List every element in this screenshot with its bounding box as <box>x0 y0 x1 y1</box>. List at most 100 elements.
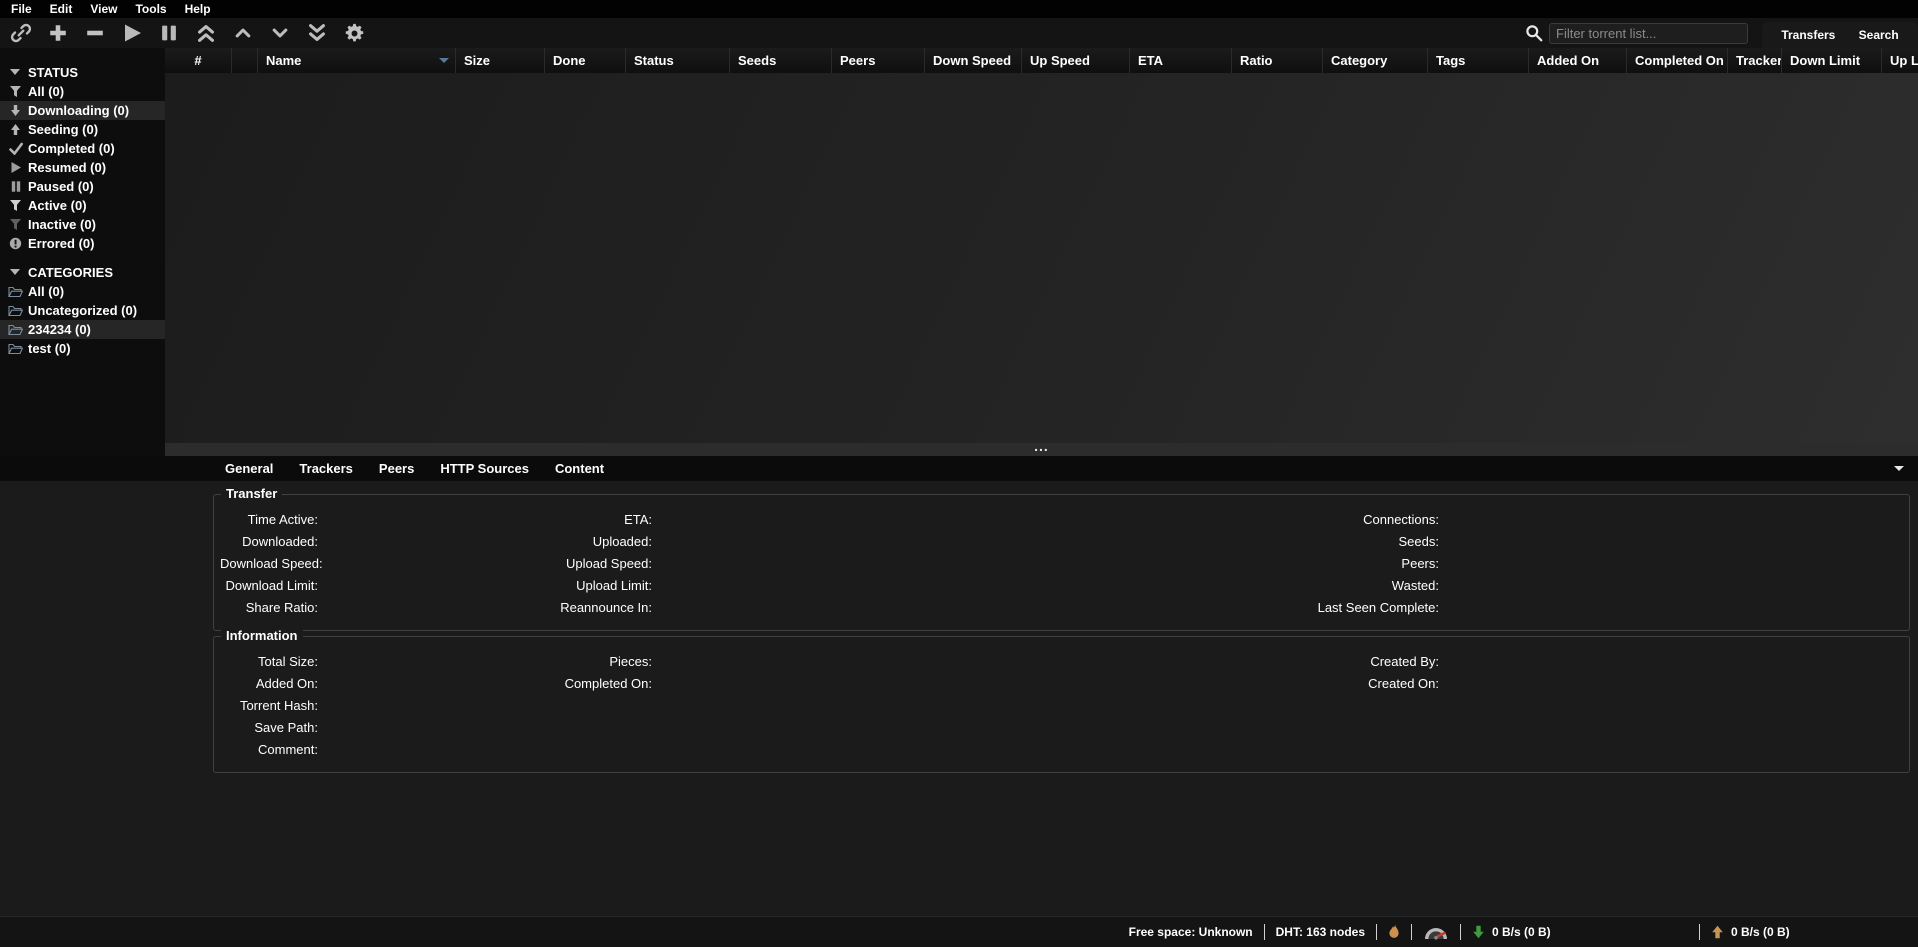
information-fieldset: Information Total Size:Pieces:Created By… <box>213 636 1910 773</box>
label-connections: Connections: <box>1309 512 1439 527</box>
tab-peers[interactable]: Peers <box>366 456 427 481</box>
label-time-active: Time Active: <box>220 512 318 527</box>
decrease-priority-button[interactable] <box>267 20 293 46</box>
col-ratio[interactable]: Ratio <box>1232 48 1323 73</box>
label-comment: Comment: <box>220 742 318 757</box>
label-save-path: Save Path: <box>220 720 318 735</box>
col-peers[interactable]: Peers <box>832 48 925 73</box>
tab-http-sources[interactable]: HTTP Sources <box>427 456 542 481</box>
col-number[interactable]: # <box>165 48 232 73</box>
filter-torrent-input[interactable] <box>1549 23 1748 44</box>
alt-speed-gauge-icon[interactable] <box>1423 924 1449 940</box>
play-small-icon <box>8 161 23 175</box>
col-up-limit[interactable]: Up Limit <box>1882 48 1918 73</box>
tab-general[interactable]: General <box>212 456 286 481</box>
col-down-speed[interactable]: Down Speed <box>925 48 1022 73</box>
col-size[interactable]: Size <box>456 48 545 73</box>
filter-resumed[interactable]: Resumed (0) <box>0 158 165 177</box>
category-uncategorized[interactable]: Uncategorized (0) <box>0 301 165 320</box>
filter-all[interactable]: All (0) <box>0 82 165 101</box>
folder-icon <box>8 304 23 318</box>
main-view-tabs: Transfers Search <box>1762 22 1918 48</box>
label-share-ratio: Share Ratio: <box>220 600 318 615</box>
add-torrent-link-button[interactable] <box>8 20 34 46</box>
col-tags[interactable]: Tags <box>1428 48 1529 73</box>
label-download-limit: Download Limit: <box>220 578 318 593</box>
menu-tools[interactable]: Tools <box>126 2 175 16</box>
increase-priority-button[interactable] <box>230 20 256 46</box>
label-upload-speed: Upload Speed: <box>532 556 652 571</box>
col-down-limit[interactable]: Down Limit <box>1782 48 1882 73</box>
filter-paused[interactable]: Paused (0) <box>0 177 165 196</box>
filter-seeding[interactable]: Seeding (0) <box>0 120 165 139</box>
upload-speed-widget[interactable]: 0 B/s (0 B) <box>1711 925 1918 939</box>
folder-icon <box>8 323 23 337</box>
bottom-priority-button[interactable] <box>304 20 330 46</box>
resume-button[interactable] <box>119 20 145 46</box>
status-section-header[interactable]: STATUS <box>0 62 165 82</box>
label-wasted: Wasted: <box>1309 578 1439 593</box>
tab-trackers[interactable]: Trackers <box>286 456 366 481</box>
col-seeds[interactable]: Seeds <box>730 48 832 73</box>
label-download-speed: Download Speed: <box>220 556 318 571</box>
categories-section-header[interactable]: CATEGORIES <box>0 262 165 282</box>
menu-file[interactable]: File <box>2 2 41 16</box>
transfer-fieldset: Transfer Time Active:ETA:Connections: Do… <box>213 494 1910 631</box>
error-icon <box>8 237 23 251</box>
col-status[interactable]: Status <box>626 48 730 73</box>
category-test[interactable]: test (0) <box>0 339 165 358</box>
separator <box>1699 924 1700 940</box>
filter-errored[interactable]: Errored (0) <box>0 234 165 253</box>
arrow-down-icon <box>8 104 23 118</box>
label-eta: ETA: <box>532 512 652 527</box>
remove-icon <box>84 22 106 44</box>
label-seeds: Seeds: <box>1309 534 1439 549</box>
filter-active[interactable]: Active (0) <box>0 196 165 215</box>
properties-panel: General Trackers Peers HTTP Sources Cont… <box>0 456 1918 917</box>
free-space-text: Free space: Unknown <box>1129 925 1253 939</box>
tab-search[interactable]: Search <box>1855 28 1903 42</box>
pause-button[interactable] <box>156 20 182 46</box>
filter-inactive[interactable]: Inactive (0) <box>0 215 165 234</box>
tab-transfers[interactable]: Transfers <box>1777 28 1839 42</box>
top-priority-button[interactable] <box>193 20 219 46</box>
col-eta[interactable]: ETA <box>1130 48 1232 73</box>
add-torrent-file-button[interactable] <box>45 20 71 46</box>
col-icon[interactable] <box>232 48 258 73</box>
label-completed-on: Completed On: <box>532 676 652 691</box>
label-created-by: Created By: <box>1309 654 1439 669</box>
col-category[interactable]: Category <box>1323 48 1428 73</box>
funnel-icon <box>8 199 23 213</box>
category-all[interactable]: All (0) <box>0 282 165 301</box>
col-completed-on[interactable]: Completed On <box>1627 48 1728 73</box>
toolbar: Transfers Search <box>0 18 1918 48</box>
filter-downloading[interactable]: Downloading (0) <box>0 101 165 120</box>
col-up-speed[interactable]: Up Speed <box>1022 48 1130 73</box>
menu-view[interactable]: View <box>81 2 126 16</box>
gear-icon <box>343 22 366 45</box>
label-last-seen-complete: Last Seen Complete: <box>1309 600 1439 615</box>
settings-button[interactable] <box>341 20 367 46</box>
menu-help[interactable]: Help <box>176 2 220 16</box>
label-total-size: Total Size: <box>220 654 318 669</box>
col-name[interactable]: Name <box>258 48 456 73</box>
torrent-table: # Name Size Done Status Seeds Peers Down… <box>165 48 1918 456</box>
download-speed-widget[interactable]: 0 B/s (0 B) <box>1472 925 1688 939</box>
information-legend: Information <box>221 628 303 643</box>
link-icon <box>10 22 32 44</box>
add-icon <box>47 22 69 44</box>
col-done[interactable]: Done <box>545 48 626 73</box>
panel-splitter-handle[interactable]: ... <box>165 443 1918 456</box>
panel-collapse-arrow-icon[interactable] <box>1894 466 1904 471</box>
menu-edit[interactable]: Edit <box>41 2 82 16</box>
col-tracker[interactable]: Tracker <box>1728 48 1782 73</box>
tab-content[interactable]: Content <box>542 456 617 481</box>
filter-completed[interactable]: Completed (0) <box>0 139 165 158</box>
col-added-on[interactable]: Added On <box>1529 48 1627 73</box>
torrent-list[interactable] <box>165 73 1918 443</box>
category-234234[interactable]: 234234 (0) <box>0 320 165 339</box>
connection-status-flame-icon[interactable] <box>1388 924 1400 940</box>
chevron-up-icon <box>233 23 253 43</box>
chevron-down-icon <box>270 23 290 43</box>
delete-torrent-button[interactable] <box>82 20 108 46</box>
